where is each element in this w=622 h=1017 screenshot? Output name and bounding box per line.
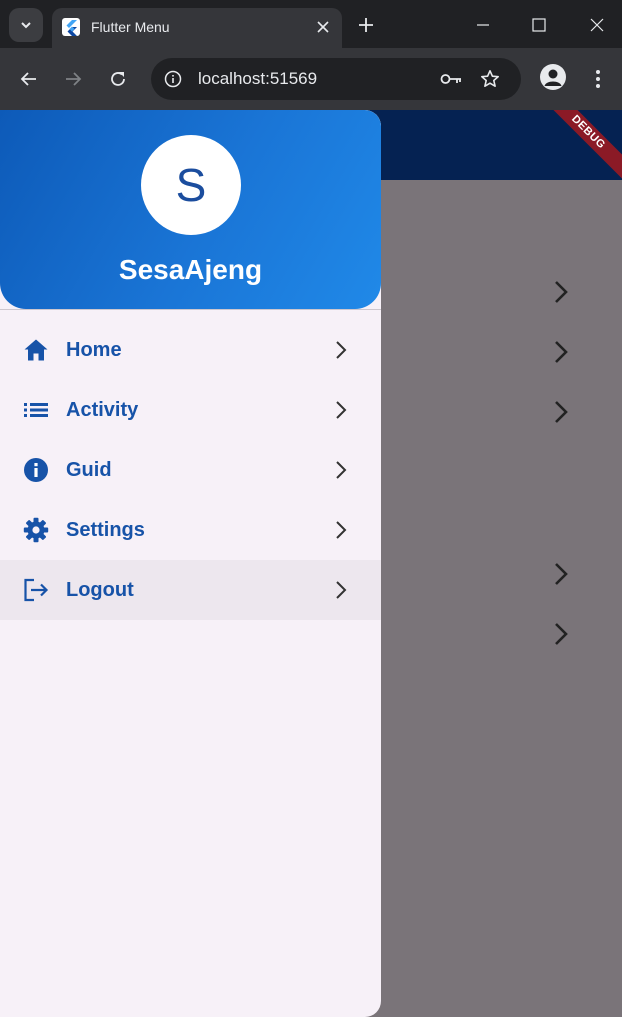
browser-tab-bar: Flutter Menu <box>0 0 622 48</box>
menu-item-label: Home <box>66 339 122 361</box>
chevron-right-icon <box>555 563 568 585</box>
close-tab-icon[interactable] <box>312 16 334 38</box>
url-text: localhost:51569 <box>198 69 318 88</box>
menu-item-logout[interactable]: Logout <box>0 560 381 620</box>
chevron-right-icon <box>330 458 352 482</box>
drawer-header: S SesaAjeng <box>0 110 381 309</box>
chevron-right-icon <box>330 398 352 422</box>
maximize-icon[interactable] <box>524 10 554 40</box>
site-info-icon[interactable] <box>161 67 185 91</box>
chevron-down-icon <box>21 22 31 29</box>
home-icon <box>22 337 50 363</box>
reload-icon[interactable] <box>103 64 133 94</box>
forward-arrow-icon[interactable] <box>58 64 88 94</box>
address-bar[interactable]: localhost:51569 <box>151 58 521 100</box>
browser-tab[interactable]: Flutter Menu <box>52 8 342 48</box>
chevron-right-icon <box>555 623 568 645</box>
logout-icon <box>22 577 50 603</box>
chevron-right-icon <box>330 518 352 542</box>
divider <box>0 309 381 310</box>
menu-item-label: Activity <box>66 399 139 421</box>
gear-icon <box>22 517 50 543</box>
new-tab-icon[interactable] <box>352 11 380 39</box>
menu-item-home[interactable]: Home <box>0 320 381 380</box>
chevron-right-icon <box>330 578 352 602</box>
kebab-menu-icon[interactable] <box>586 64 610 94</box>
chevron-right-icon <box>330 338 352 362</box>
menu-item-label: Settings <box>66 519 145 541</box>
menu-item-settings[interactable]: Settings <box>0 500 381 560</box>
menu-item-guid[interactable]: Guid <box>0 440 381 500</box>
chevron-right-icon <box>555 281 568 303</box>
avatar: S <box>141 135 241 235</box>
username: SesaAjeng <box>118 254 263 285</box>
key-icon[interactable] <box>438 67 464 91</box>
tab-search-button[interactable] <box>9 8 43 42</box>
avatar-initial: S <box>175 159 207 211</box>
menu-item-label: Logout <box>66 579 134 601</box>
menu-item-activity[interactable]: Activity <box>0 380 381 440</box>
tab-title: Flutter Menu <box>91 19 170 35</box>
minimize-icon[interactable] <box>468 10 498 40</box>
profile-avatar-icon[interactable] <box>540 64 566 90</box>
browser-toolbar: localhost:51569 <box>0 48 622 110</box>
chevron-right-icon <box>555 341 568 363</box>
flutter-logo-icon <box>62 18 80 36</box>
chevron-right-icon <box>555 401 568 423</box>
bookmark-star-icon[interactable] <box>477 66 503 92</box>
info-icon <box>22 457 50 483</box>
navigation-drawer: S SesaAjeng Home Activity Guid Settings … <box>0 110 381 1017</box>
list-icon <box>22 397 50 423</box>
menu-item-label: Guid <box>66 459 112 481</box>
close-window-icon[interactable] <box>582 10 612 40</box>
app-viewport: DEBUG S SesaAjeng Home Activity Guid Set… <box>0 110 622 1017</box>
back-arrow-icon[interactable] <box>14 64 44 94</box>
